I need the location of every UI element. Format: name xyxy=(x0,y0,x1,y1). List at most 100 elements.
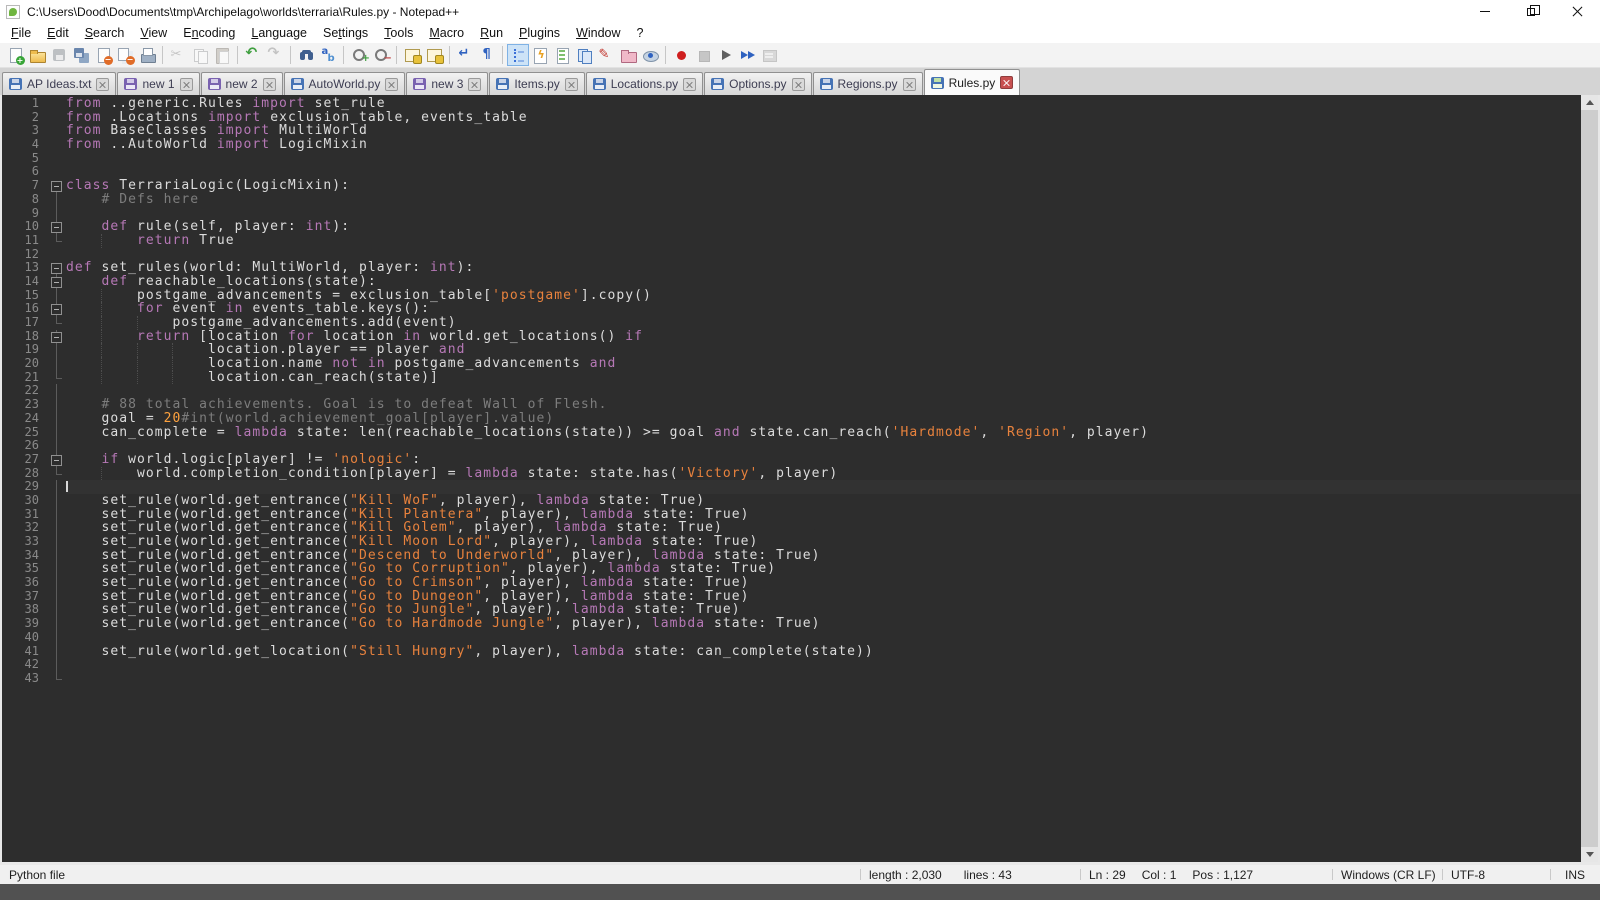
code-line[interactable]: 1from ..generic.Rules import set_rule xyxy=(2,97,1581,111)
fold-collapse-icon[interactable] xyxy=(48,330,66,344)
code-line[interactable]: 38 set_rule(world.get_entrance("Go to Ju… xyxy=(2,603,1581,617)
tab-rules-py[interactable]: Rules.py xyxy=(924,69,1021,95)
code-line[interactable]: 12 xyxy=(2,248,1581,262)
tab-close-button[interactable] xyxy=(1000,76,1013,89)
menu-help[interactable]: ? xyxy=(629,25,652,41)
code-line[interactable]: 35 set_rule(world.get_entrance("Go to Co… xyxy=(2,562,1581,576)
code-line[interactable]: 20 location.name not in postgame_advance… xyxy=(2,357,1581,371)
tab-new-3[interactable]: new 3 xyxy=(406,72,488,95)
code-line[interactable]: 23 # 88 total achievements. Goal is to d… xyxy=(2,398,1581,412)
code-line[interactable]: 10 def rule(self, player: int): xyxy=(2,220,1581,234)
tab-close-button[interactable] xyxy=(96,78,109,91)
code-line[interactable]: 32 set_rule(world.get_entrance("Kill Gol… xyxy=(2,521,1581,535)
code-line[interactable]: 9 xyxy=(2,207,1581,221)
code-line[interactable]: 5 xyxy=(2,152,1581,166)
code-line[interactable]: 2from .Locations import exclusion_table,… xyxy=(2,111,1581,125)
status-insert-mode[interactable]: INS xyxy=(1550,865,1600,884)
code-line[interactable]: 42 xyxy=(2,658,1581,672)
tab-new-2[interactable]: new 2 xyxy=(201,72,283,95)
fold-collapse-icon[interactable] xyxy=(48,179,66,193)
code-line[interactable]: 3from BaseClasses import MultiWorld xyxy=(2,124,1581,138)
code-line[interactable]: 34 set_rule(world.get_entrance("Descend … xyxy=(2,549,1581,563)
macro-playback-button[interactable] xyxy=(714,44,736,66)
status-encoding[interactable]: UTF-8 xyxy=(1442,865,1550,884)
code-line[interactable]: 37 set_rule(world.get_entrance("Go to Du… xyxy=(2,590,1581,604)
code-line[interactable]: 11 return True xyxy=(2,234,1581,248)
tab-close-button[interactable] xyxy=(792,78,805,91)
file-monitoring-button[interactable] xyxy=(595,44,617,66)
tab-close-button[interactable] xyxy=(468,78,481,91)
code-line[interactable]: 28 world.completion_condition[player] = … xyxy=(2,467,1581,481)
scrollbar-thumb[interactable] xyxy=(1581,110,1598,847)
close-all-button[interactable] xyxy=(114,44,136,66)
fold-collapse-icon[interactable] xyxy=(48,261,66,275)
macro-stop-button[interactable] xyxy=(692,44,714,66)
code-line[interactable]: 8 # Defs here xyxy=(2,193,1581,207)
new-file-button[interactable] xyxy=(4,44,26,66)
code-line[interactable]: 14 def reachable_locations(state): xyxy=(2,275,1581,289)
tab-close-button[interactable] xyxy=(565,78,578,91)
redo-button[interactable] xyxy=(264,44,286,66)
sync-horizontal-scrolling-button[interactable] xyxy=(423,44,445,66)
code-line[interactable]: 30 set_rule(world.get_entrance("Kill WoF… xyxy=(2,494,1581,508)
close-file-button[interactable] xyxy=(92,44,114,66)
zoom-in-button[interactable] xyxy=(348,44,370,66)
code-line[interactable]: 26 xyxy=(2,439,1581,453)
show-indent-guide-button[interactable] xyxy=(507,44,529,66)
menu-encoding[interactable]: Encoding xyxy=(175,25,243,41)
fold-collapse-icon[interactable] xyxy=(48,302,66,316)
macro-record-button[interactable] xyxy=(670,44,692,66)
fold-collapse-icon[interactable] xyxy=(48,275,66,289)
code-line[interactable]: 7class TerrariaLogic(LogicMixin): xyxy=(2,179,1581,193)
menu-edit[interactable]: Edit xyxy=(39,25,77,41)
zoom-out-button[interactable] xyxy=(370,44,392,66)
code-line[interactable]: 18 return [location for location in worl… xyxy=(2,330,1581,344)
restore-button[interactable] xyxy=(1508,0,1554,23)
folder-as-workspace-button[interactable] xyxy=(617,44,639,66)
scroll-up-arrow[interactable] xyxy=(1581,95,1598,110)
tab-locations-py[interactable]: Locations.py xyxy=(586,72,703,95)
menu-window[interactable]: Window xyxy=(568,25,628,41)
menu-file[interactable]: File xyxy=(3,25,39,41)
replace-button[interactable] xyxy=(317,44,339,66)
function-list-button[interactable] xyxy=(529,44,551,66)
tab-options-py[interactable]: Options.py xyxy=(704,72,811,95)
tab-close-button[interactable] xyxy=(385,78,398,91)
fold-collapse-icon[interactable] xyxy=(48,220,66,234)
tab-close-button[interactable] xyxy=(683,78,696,91)
minimize-button[interactable] xyxy=(1462,0,1508,23)
close-button[interactable] xyxy=(1554,0,1600,23)
fold-collapse-icon[interactable] xyxy=(48,453,66,467)
code-line[interactable]: 13def set_rules(world: MultiWorld, playe… xyxy=(2,261,1581,275)
paste-button[interactable] xyxy=(211,44,233,66)
menu-search[interactable]: Search xyxy=(77,25,133,41)
code-line[interactable]: 33 set_rule(world.get_entrance("Kill Moo… xyxy=(2,535,1581,549)
menu-view[interactable]: View xyxy=(132,25,175,41)
menu-settings[interactable]: Settings xyxy=(315,25,376,41)
code-line[interactable]: 40 xyxy=(2,631,1581,645)
code-line[interactable]: 4from ..AutoWorld import LogicMixin xyxy=(2,138,1581,152)
copy-button[interactable] xyxy=(189,44,211,66)
cut-button[interactable] xyxy=(167,44,189,66)
macro-save-button[interactable] xyxy=(758,44,780,66)
scroll-down-arrow[interactable] xyxy=(1581,847,1598,862)
menu-run[interactable]: Run xyxy=(472,25,511,41)
save-all-button[interactable] xyxy=(70,44,92,66)
code-line[interactable]: 16 for event in events_table.keys(): xyxy=(2,302,1581,316)
word-wrap-button[interactable] xyxy=(454,44,476,66)
menu-language[interactable]: Language xyxy=(243,25,315,41)
tab-close-button[interactable] xyxy=(263,78,276,91)
code-lines[interactable]: 1from ..generic.Rules import set_rule2fr… xyxy=(2,95,1581,862)
code-line[interactable]: 6 xyxy=(2,165,1581,179)
vertical-scrollbar[interactable] xyxy=(1581,95,1598,862)
code-line[interactable]: 41 set_rule(world.get_location("Still Hu… xyxy=(2,645,1581,659)
undo-button[interactable] xyxy=(242,44,264,66)
tab-close-button[interactable] xyxy=(180,78,193,91)
tab-items-py[interactable]: Items.py xyxy=(489,72,584,95)
macro-run-multiple-button[interactable] xyxy=(736,44,758,66)
tab-regions-py[interactable]: Regions.py xyxy=(813,72,923,95)
find-button[interactable] xyxy=(295,44,317,66)
view-current-file-in-button[interactable] xyxy=(639,44,661,66)
open-file-button[interactable] xyxy=(26,44,48,66)
code-line[interactable]: 36 set_rule(world.get_entrance("Go to Cr… xyxy=(2,576,1581,590)
